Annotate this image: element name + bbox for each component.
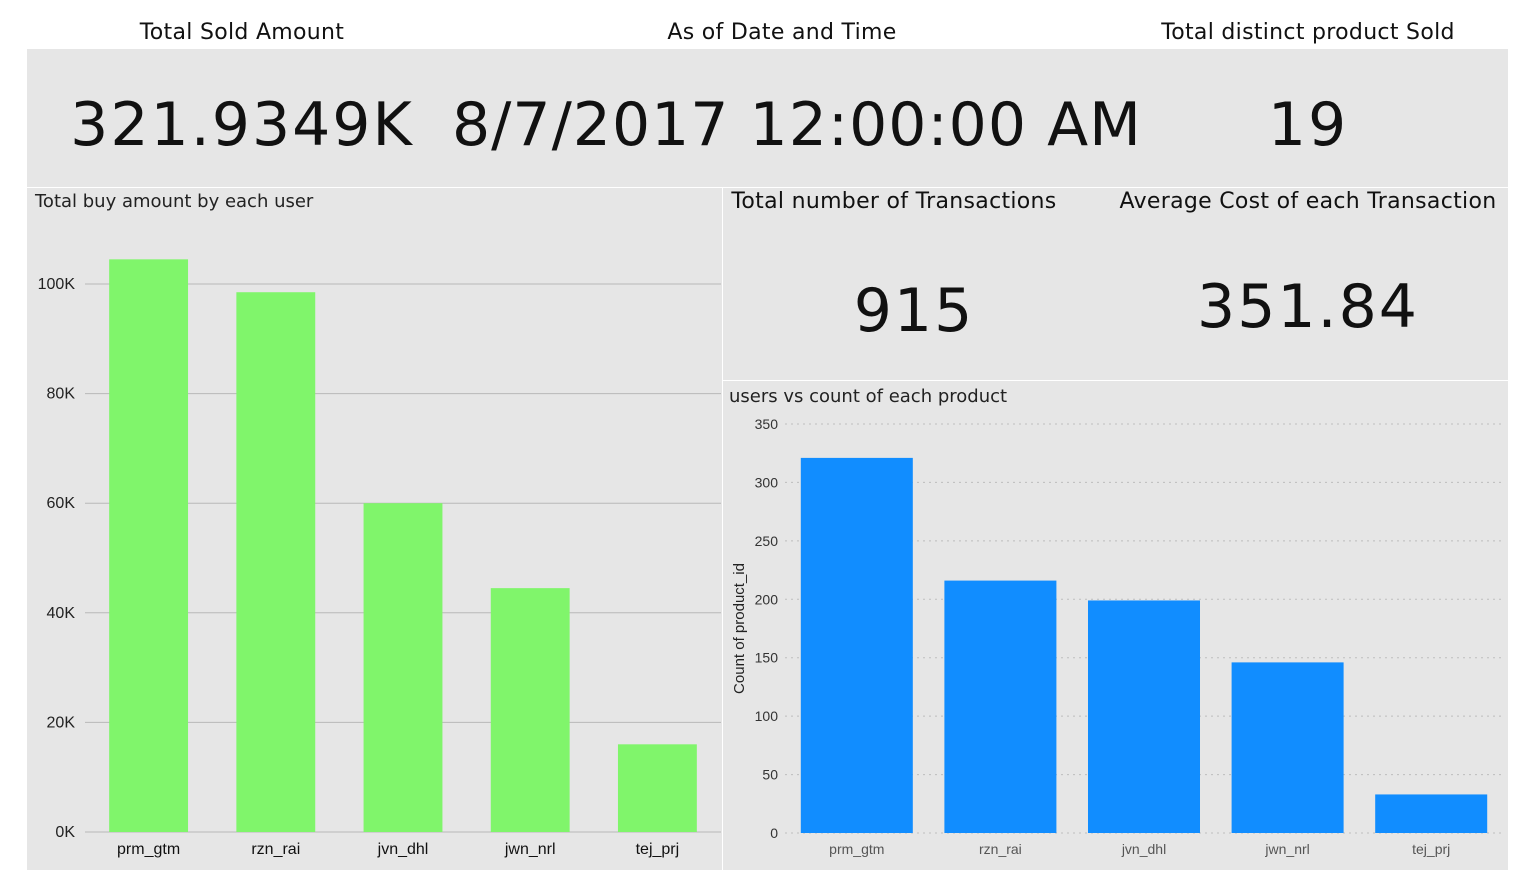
avg-cost-value: 351.84	[1197, 272, 1419, 342]
y-tick-label: 0	[770, 825, 778, 841]
x-tick-label: jwn_nrl	[504, 841, 556, 858]
x-tick-label: rzn_rai	[251, 841, 300, 858]
y-tick-label: 150	[755, 650, 779, 666]
bar-jvn_dhl	[1087, 600, 1201, 833]
bar-prm_gtm	[109, 259, 189, 833]
y-tick-label: 0K	[55, 824, 75, 841]
bar-rzn_rai	[236, 292, 316, 833]
y-tick-label: 20K	[47, 714, 76, 731]
x-tick-label: prm_gtm	[117, 841, 180, 858]
bar-jvn_dhl	[363, 503, 443, 832]
x-tick-label: jwn_nrl	[1264, 841, 1309, 857]
x-tick-label: tej_prj	[636, 841, 680, 858]
x-tick-label: tej_prj	[1412, 841, 1450, 857]
y-tick-label: 80K	[47, 386, 76, 403]
x-tick-label: prm_gtm	[829, 841, 884, 857]
total-sold-title: Total Sold Amount	[139, 20, 345, 45]
bar-rzn_rai	[944, 580, 1057, 833]
distinct-products-value: 19	[1267, 90, 1349, 160]
as-of-title: As of Date and Time	[667, 20, 897, 45]
total-sold-value: 321.9349K	[70, 90, 414, 160]
x-tick-label: rzn_rai	[979, 841, 1022, 857]
x-tick-label: jvn_dhl	[377, 841, 429, 858]
distinct-products-title: Total distinct product Sold	[1161, 20, 1455, 45]
bar-jwn_nrl	[490, 588, 570, 832]
transactions-value: 915	[853, 276, 975, 346]
y-tick-label: 100K	[38, 276, 76, 293]
buy-amount-chart: 0K 20K 40K 60K 80K 100K prm_gtm rzn_rai jvn_dhl j…	[38, 259, 721, 858]
y-tick-label: 60K	[47, 495, 76, 512]
y-tick-label: 200	[755, 591, 779, 607]
avg-cost-title: Average Cost of each Transaction	[1119, 189, 1497, 214]
y-tick-label: 50	[762, 767, 778, 783]
as-of-value: 8/7/2017 12:00:00 AM	[452, 90, 1142, 160]
y-tick-label: 350	[755, 416, 779, 432]
y-tick-label: 300	[755, 474, 779, 490]
bar-tej_prj	[617, 744, 697, 832]
bar-jwn_nrl	[1231, 662, 1344, 833]
y-tick-label: 40K	[47, 605, 76, 622]
y-axis-label: Count of product_id	[731, 563, 748, 694]
product-count-chart: 0 50 100 150 200 250 300 350 prm_gtm rzn_rai jvn_d…	[731, 416, 1503, 857]
bar-tej_prj	[1375, 794, 1488, 833]
y-tick-label: 100	[755, 708, 779, 724]
dashboard: Total Sold Amount As of Date and Time To…	[0, 0, 1527, 896]
y-tick-label: 250	[755, 533, 779, 549]
bar-prm_gtm	[800, 457, 913, 833]
x-tick-label: jvn_dhl	[1121, 841, 1166, 857]
transactions-title: Total number of Transactions	[731, 189, 1057, 214]
